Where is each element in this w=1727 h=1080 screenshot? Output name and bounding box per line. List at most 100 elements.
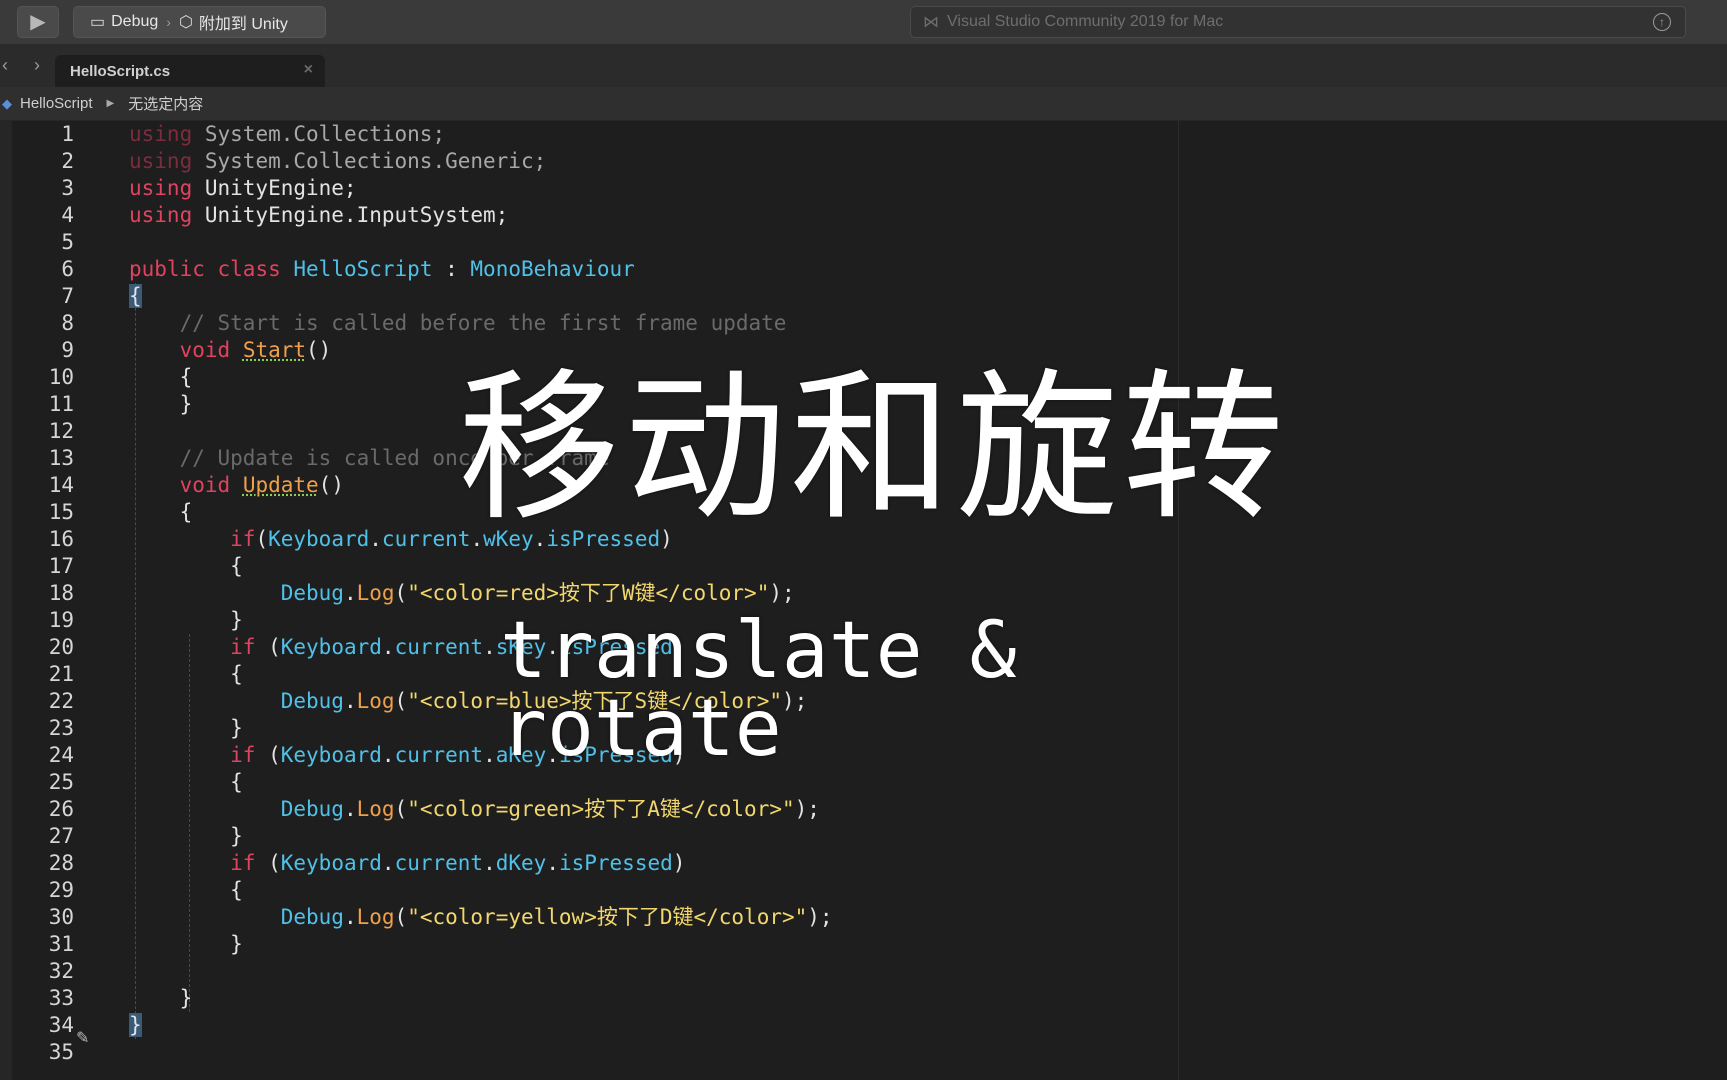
- line-number: 17: [48, 554, 74, 578]
- code-line[interactable]: 1 using System.Collections;: [0, 121, 1727, 148]
- code-token: (: [255, 635, 281, 659]
- code-text: }: [129, 715, 243, 742]
- code-line[interactable]: 32: [0, 958, 1727, 985]
- line-number: 10: [48, 365, 74, 389]
- forward-arrow-icon[interactable]: ›: [34, 55, 40, 76]
- code-token: ): [672, 851, 686, 875]
- tab-bar: ‹ › HelloScript.cs ×: [0, 45, 1727, 87]
- code-text: }: [129, 931, 243, 958]
- chevron-right-icon: ›: [166, 14, 171, 30]
- line-number: 23: [48, 716, 74, 740]
- line-number: 32: [48, 959, 74, 983]
- code-text: void Update(): [129, 472, 344, 499]
- line-number: 2: [61, 149, 74, 173]
- line-number: 18: [48, 581, 74, 605]
- back-arrow-icon[interactable]: ‹: [2, 55, 8, 76]
- line-number: 19: [48, 608, 74, 632]
- code-line[interactable]: 28 if (Keyboard.current.dKey.isPressed): [0, 850, 1727, 877]
- code-line[interactable]: 31 }: [0, 931, 1727, 958]
- run-configuration-selector[interactable]: ▭ Debug › ⬡ 附加到 Unity: [73, 6, 326, 38]
- code-token: }: [129, 1013, 142, 1037]
- play-icon: ▶: [30, 11, 46, 33]
- line-number: 35: [48, 1040, 74, 1064]
- code-token: void: [179, 473, 231, 497]
- code-line[interactable]: 29 {: [0, 877, 1727, 904]
- code-token: .: [483, 851, 496, 875]
- status-bar: ⋈ Visual Studio Community 2019 for Mac ↑: [910, 6, 1686, 38]
- code-line[interactable]: 18 Debug.Log("<color=red>按下了W键</color>")…: [0, 580, 1727, 607]
- code-token: MonoBehaviour: [470, 257, 635, 281]
- code-token: (: [255, 743, 281, 767]
- breadcrumb-class[interactable]: HelloScript: [20, 95, 93, 112]
- code-token: .: [483, 635, 496, 659]
- line-number: 14: [48, 473, 74, 497]
- breadcrumb-selection[interactable]: 无选定内容: [128, 93, 203, 114]
- code-line[interactable]: 35: [0, 1039, 1727, 1066]
- code-token: {: [129, 770, 243, 794]
- code-text: }: [129, 1012, 142, 1039]
- code-token: using: [129, 203, 193, 227]
- code-line[interactable]: 7{: [0, 283, 1727, 310]
- code-line[interactable]: 34}: [0, 1012, 1727, 1039]
- code-token: {: [129, 500, 193, 524]
- code-text: }: [129, 391, 193, 418]
- code-line[interactable]: 26 Debug.Log("<color=green>按下了A键</color>…: [0, 796, 1727, 823]
- code-line[interactable]: 27 }: [0, 823, 1727, 850]
- code-token: Keyboard: [280, 851, 382, 875]
- code-token: }: [129, 716, 243, 740]
- code-token: .: [381, 635, 395, 659]
- line-number: 15: [48, 500, 74, 524]
- code-line[interactable]: 8 // Start is called before the first fr…: [0, 310, 1727, 337]
- toolbar: ▶ ▭ Debug › ⬡ 附加到 Unity ⋈ Visual Studio …: [0, 0, 1727, 45]
- code-token: {: [129, 365, 193, 389]
- code-token: "<color=yellow>按下了D键</color>": [407, 905, 808, 929]
- code-text: Debug.Log("<color=red>按下了W键</color>");: [129, 580, 795, 607]
- code-token: dKey: [495, 851, 547, 875]
- chevron-right-icon: ▶: [106, 98, 115, 109]
- code-text: {: [129, 499, 193, 526]
- code-line[interactable]: 4 using UnityEngine.InputSystem;: [0, 202, 1727, 229]
- line-number: 33: [48, 986, 74, 1010]
- code-token: Log: [356, 905, 395, 929]
- code-editor[interactable]: ✎ 1 using System.Collections; 2 using Syste…: [0, 121, 1727, 1080]
- code-token: "<color=red>按下了W键</color>": [407, 581, 770, 605]
- code-text: {: [129, 553, 243, 580]
- line-number: 1: [61, 122, 74, 146]
- code-token: (: [255, 527, 269, 551]
- line-number: 9: [61, 338, 74, 362]
- close-icon[interactable]: ×: [304, 61, 313, 79]
- line-number: 6: [61, 257, 74, 281]
- tab-helloscript[interactable]: HelloScript.cs ×: [55, 55, 325, 87]
- code-token: {: [129, 284, 142, 308]
- code-line[interactable]: 30 Debug.Log("<color=yellow>按下了D键</color…: [0, 904, 1727, 931]
- code-token: :: [432, 257, 471, 281]
- code-line[interactable]: 5: [0, 229, 1727, 256]
- window-icon: ▭: [90, 14, 106, 31]
- code-line[interactable]: 33 }: [0, 985, 1727, 1012]
- code-token: HelloScript: [293, 257, 433, 281]
- code-line[interactable]: 3 using UnityEngine;: [0, 175, 1727, 202]
- code-token: (: [394, 905, 408, 929]
- line-number: 13: [48, 446, 74, 470]
- code-token: );: [769, 581, 795, 605]
- run-button[interactable]: ▶: [17, 6, 59, 38]
- code-token: {: [129, 554, 243, 578]
- code-line[interactable]: 2 using System.Collections.Generic;: [0, 148, 1727, 175]
- code-text: }: [129, 985, 193, 1012]
- code-line[interactable]: 6 public class HelloScript : MonoBehaviou…: [0, 256, 1727, 283]
- code-line[interactable]: 17 {: [0, 553, 1727, 580]
- line-number: 28: [48, 851, 74, 875]
- code-token: using: [129, 122, 193, 146]
- line-number: 7: [61, 284, 74, 308]
- upload-icon[interactable]: ↑: [1653, 13, 1671, 31]
- code-line[interactable]: 25 {: [0, 769, 1727, 796]
- code-text: // Start is called before the first fram…: [129, 310, 787, 337]
